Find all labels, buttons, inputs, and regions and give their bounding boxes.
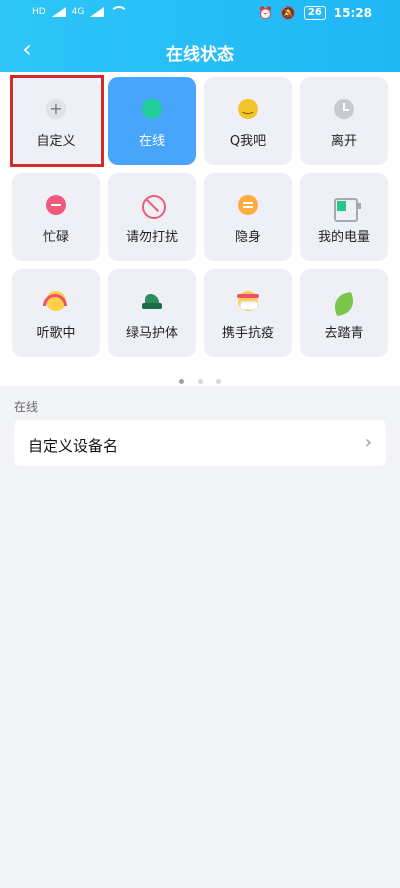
- selection-highlight-frame: [10, 75, 104, 167]
- status-bar: HD 4G ⏰ 🔕 26 15:28: [0, 0, 400, 28]
- status-label: 携手抗疫: [221, 326, 274, 341]
- battery-level: 26: [303, 6, 326, 20]
- invisible-icon: [238, 195, 258, 215]
- online-dot-icon: [142, 99, 162, 119]
- wifi-icon: [110, 6, 129, 18]
- leaf-icon: [331, 291, 357, 317]
- clock-icon: [334, 99, 354, 119]
- status-label: 绿马护体: [125, 326, 178, 341]
- 4g-signal-icon: 4G: [71, 7, 85, 17]
- page-title: 在线状态: [166, 45, 234, 65]
- status-label: 听歌中: [36, 326, 76, 341]
- status-tile-outing[interactable]: 去踏青: [300, 269, 388, 357]
- status-label: 请勿打扰: [125, 230, 178, 245]
- status-label: 在线: [138, 134, 165, 149]
- busy-minus-icon: [46, 195, 66, 215]
- page-dot[interactable]: [215, 379, 221, 384]
- status-tile-green-horse[interactable]: 绿马护体: [108, 269, 196, 357]
- do-not-disturb-icon: [142, 195, 166, 219]
- battery-icon: [334, 198, 361, 222]
- custom-device-name-row[interactable]: 自定义设备名 ›: [14, 420, 386, 466]
- hd-signal-icon: HD: [32, 7, 46, 17]
- status-tile-battery[interactable]: 我的电量: [300, 173, 388, 261]
- status-tile-busy[interactable]: 忙碌: [12, 173, 100, 261]
- status-label: 去踏青: [324, 326, 364, 341]
- status-label: 忙碌: [42, 230, 69, 245]
- listening-music-icon: [43, 291, 67, 311]
- custom-device-name-label: 自定义设备名: [28, 437, 119, 455]
- page-indicator: [0, 369, 400, 388]
- signal-icon-2: [90, 7, 105, 17]
- mute-icon: 🔕: [280, 6, 296, 20]
- status-label: Q我吧: [229, 134, 267, 149]
- status-label: 我的电量: [317, 230, 370, 245]
- header-bar: HD 4G ⏰ 🔕 26 15:28 ‹ 在线状态: [0, 0, 400, 72]
- status-tile-q-me[interactable]: Q我吧: [204, 77, 292, 165]
- alarm-icon: ⏰: [257, 6, 273, 20]
- green-horse-icon: [142, 291, 162, 311]
- signal-icon: [51, 7, 66, 17]
- status-tile-away[interactable]: 离开: [300, 77, 388, 165]
- smile-icon: [238, 99, 258, 119]
- status-tile-online[interactable]: 在线: [108, 77, 196, 165]
- status-label: 隐身: [234, 230, 261, 245]
- chevron-right-icon: ›: [364, 432, 372, 453]
- face-mask-icon: [237, 291, 259, 311]
- status-tile-invisible[interactable]: 隐身: [204, 173, 292, 261]
- page-dot[interactable]: [197, 379, 203, 384]
- status-tile-dnd[interactable]: 请勿打扰: [108, 173, 196, 261]
- page-dot-active[interactable]: [179, 379, 185, 384]
- status-tile-music[interactable]: 听歌中: [12, 269, 100, 357]
- time-text: 15:28: [333, 6, 372, 20]
- status-tile-fight-epidemic[interactable]: 携手抗疫: [204, 269, 292, 357]
- section-label: 在线: [14, 400, 39, 414]
- status-label: 离开: [330, 134, 357, 149]
